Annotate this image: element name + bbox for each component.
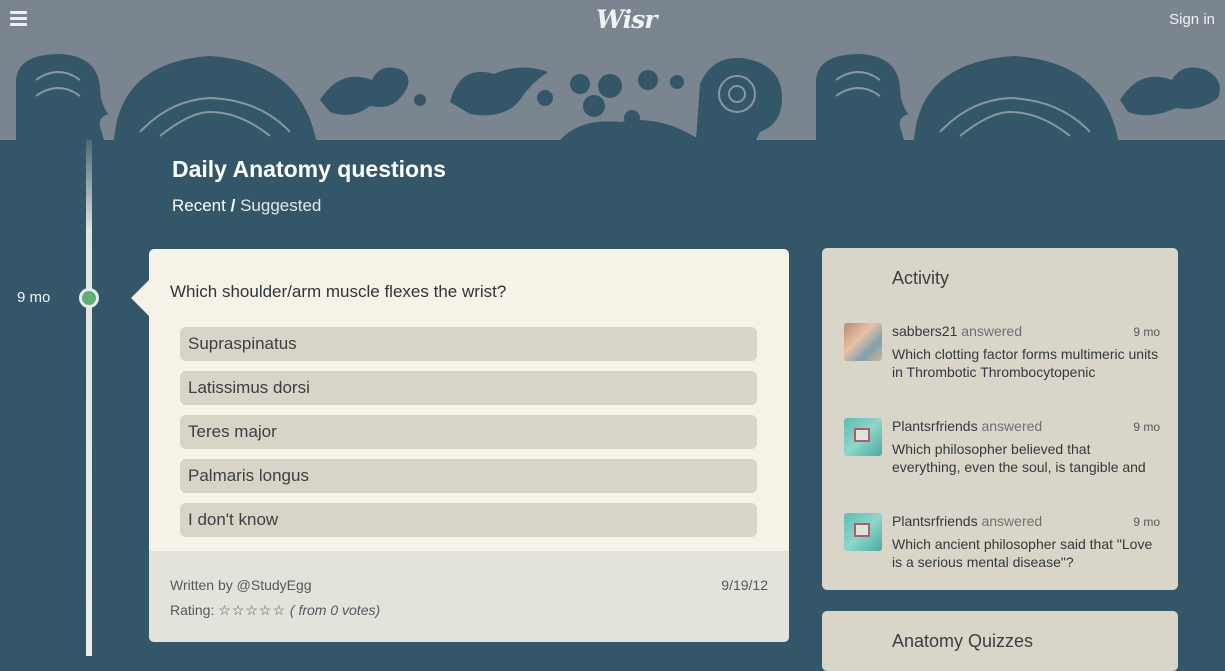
top-bar: Wisr Sign in (0, 0, 1225, 40)
question-date: 9/19/12 (721, 577, 768, 593)
activity-user-line: Plantsrfriends answered (892, 418, 1042, 434)
activity-username[interactable]: Plantsrfriends (892, 513, 978, 529)
activity-title: Activity (892, 268, 950, 288)
activity-time: 9 mo (1133, 325, 1160, 339)
answer-option[interactable]: Latissimus dorsi (180, 371, 757, 405)
activity-verb: answered (981, 418, 1043, 434)
activity-username[interactable]: Plantsrfriends (892, 418, 978, 434)
hamburger-icon[interactable] (10, 11, 27, 27)
activity-time: 9 mo (1133, 515, 1160, 529)
rating-label: Rating: (170, 602, 215, 618)
activity-item[interactable]: Plantsrfriends answered 9 mo Which philo… (844, 418, 1160, 488)
header-banner-illustration (0, 40, 1225, 140)
avatar[interactable] (844, 513, 882, 551)
rating-stars[interactable]: ☆☆☆☆☆ (218, 602, 286, 618)
avatar[interactable] (844, 323, 882, 361)
avatar[interactable] (844, 418, 882, 456)
feed-tabs: Recent / Suggested (172, 196, 321, 216)
tab-separator: / (230, 196, 236, 215)
quizzes-title[interactable]: Anatomy Quizzes (892, 631, 1033, 652)
activity-panel: Activity sabbers21 answered 9 mo Which c… (822, 248, 1178, 590)
activity-verb: answered (981, 513, 1043, 529)
answer-option-dont-know[interactable]: I don't know (180, 503, 757, 537)
answer-option[interactable]: Supraspinatus (180, 327, 757, 361)
question-text: Which shoulder/arm muscle flexes the wri… (170, 282, 507, 301)
author-credit[interactable]: Written by @StudyEgg (170, 577, 312, 593)
activity-item[interactable]: Plantsrfriends answered 9 mo Which ancie… (844, 513, 1160, 583)
logo[interactable]: Wisr (596, 5, 657, 34)
activity-item[interactable]: sabbers21 answered 9 mo Which clotting f… (844, 323, 1160, 393)
activity-user-line: sabbers21 answered (892, 323, 1022, 339)
rating-votes: ( from 0 votes) (289, 602, 381, 618)
timeline-age-label: 9 mo (17, 289, 51, 306)
quizzes-panel: Anatomy Quizzes (822, 611, 1178, 671)
tab-suggested[interactable]: Suggested (240, 196, 321, 215)
answer-option[interactable]: Teres major (180, 415, 757, 449)
activity-verb: answered (961, 323, 1022, 339)
question-footer: Written by @StudyEgg 9/19/12 Rating: ☆☆☆… (149, 551, 789, 642)
activity-username[interactable]: sabbers21 (892, 323, 957, 339)
activity-question-text[interactable]: Which philosopher believed that everythi… (892, 440, 1160, 476)
tab-recent[interactable]: Recent (172, 196, 226, 215)
page-title: Daily Anatomy questions (172, 156, 446, 182)
rating: Rating: ☆☆☆☆☆ ( from 0 votes) (170, 602, 380, 619)
answer-option[interactable]: Palmaris longus (180, 459, 757, 493)
timeline-line (86, 140, 92, 656)
question-card: Which shoulder/arm muscle flexes the wri… (149, 249, 789, 642)
activity-question-text[interactable]: Which ancient philosopher said that "Lov… (892, 535, 1160, 571)
activity-user-line: Plantsrfriends answered (892, 513, 1042, 529)
activity-time: 9 mo (1133, 420, 1160, 434)
activity-question-text[interactable]: Which clotting factor forms multimeric u… (892, 345, 1160, 381)
sign-in-link[interactable]: Sign in (1169, 11, 1215, 28)
timeline-dot (79, 288, 99, 308)
question-card-pointer (131, 280, 149, 316)
